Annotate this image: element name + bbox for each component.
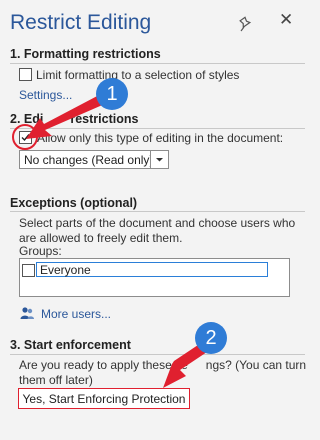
arrow-1 bbox=[26, 94, 107, 139]
checkbox-highlight-circle bbox=[12, 124, 38, 150]
step-2-badge: 2 bbox=[195, 322, 227, 354]
step-1-badge: 1 bbox=[96, 78, 128, 110]
annotation-arrows bbox=[26, 94, 210, 388]
